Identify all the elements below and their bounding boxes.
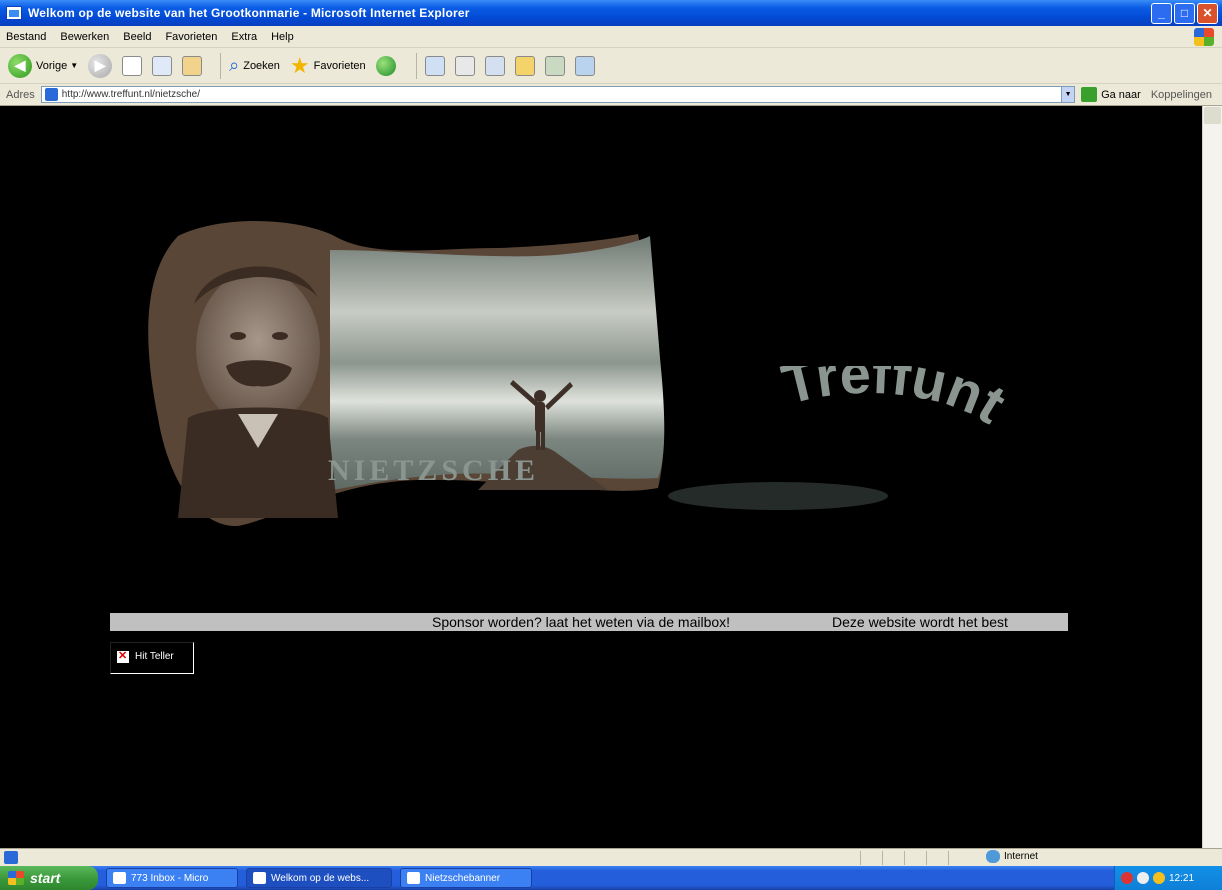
close-button[interactable]: ✕ xyxy=(1197,2,1218,24)
refresh-icon[interactable] xyxy=(152,55,173,76)
back-label: Vorige xyxy=(36,59,68,72)
status-pane xyxy=(882,851,904,865)
internet-globe-icon xyxy=(986,850,1000,863)
tray-volume-icon[interactable] xyxy=(1153,872,1165,884)
menu-bar: Bestand Bewerken Beeld Favorieten Extra … xyxy=(0,26,1222,48)
sponsor-marquee-text[interactable]: Sponsor worden? laat het weten via de ma… xyxy=(432,613,730,631)
status-bar: Internet xyxy=(0,848,1222,866)
favorites-label: Favorieten xyxy=(313,59,366,72)
back-arrow-icon: ◀ xyxy=(8,53,32,78)
window-controls: _ □ ✕ xyxy=(1151,2,1222,24)
go-arrow-icon xyxy=(1081,87,1098,102)
address-url: http://www.treffunt.nl/nietzsche/ xyxy=(61,89,200,100)
stop-icon[interactable] xyxy=(122,55,143,76)
task-label: Nietzschebanner xyxy=(425,872,501,884)
menu-view[interactable]: Beeld xyxy=(123,31,151,43)
logo-text: Treffunt xyxy=(776,366,1017,435)
internet-explorer-icon xyxy=(6,6,22,20)
taskbar-item-banner[interactable]: Nietzschebanner xyxy=(400,868,532,888)
menu-tools[interactable]: Extra xyxy=(231,31,257,43)
windows-flag-icon xyxy=(8,871,24,885)
toolbar: ◀ Vorige ▼ ▶ ⌕ Zoeken ★ Favorieten xyxy=(0,48,1222,84)
hit-counter-broken-image[interactable]: Hit Teller xyxy=(110,642,194,674)
maximize-button[interactable]: □ xyxy=(1174,2,1195,24)
research-icon[interactable] xyxy=(574,55,595,76)
page-icon xyxy=(44,88,58,101)
start-button[interactable]: start xyxy=(0,866,98,890)
minimize-button[interactable]: _ xyxy=(1151,2,1172,24)
folder-icon[interactable] xyxy=(514,55,535,76)
taskbar-item-browser[interactable]: Welkom op de webs... xyxy=(246,868,392,888)
window-title: Welkom op de website van het Grootkonmar… xyxy=(28,6,470,20)
logo-shadow-ellipse xyxy=(668,482,888,510)
vertical-scrollbar[interactable] xyxy=(1202,106,1222,848)
address-input[interactable]: http://www.treffunt.nl/nietzsche/ xyxy=(40,86,1063,103)
status-pane xyxy=(926,851,948,865)
menu-file[interactable]: Bestand xyxy=(6,31,46,43)
go-button[interactable]: Ga naar xyxy=(1081,87,1141,102)
windows-logo-icon xyxy=(1194,28,1214,46)
website-info-marquee-text: Deze website wordt het best xyxy=(832,614,1008,630)
security-zone: Internet xyxy=(986,850,1038,863)
page-content: NIETZSCHE Treffunt Sponsor worden? laat … xyxy=(8,106,1202,848)
favorites-button[interactable]: ★ Favorieten xyxy=(289,52,366,78)
window-titlebar: Welkom op de website van het Grootkonmar… xyxy=(0,0,1222,26)
links-button[interactable]: Koppelingen xyxy=(1151,89,1212,101)
status-pane xyxy=(860,851,882,865)
system-tray: 12:21 xyxy=(1114,866,1222,890)
back-button[interactable]: ◀ Vorige ▼ xyxy=(8,53,78,78)
print-icon[interactable] xyxy=(484,55,505,76)
history-icon[interactable] xyxy=(424,55,445,76)
chevron-down-icon[interactable]: ▼ xyxy=(70,61,78,70)
home-icon[interactable] xyxy=(182,55,203,76)
messenger-icon[interactable] xyxy=(544,55,565,76)
broken-image-alt-text: Hit Teller xyxy=(135,651,174,662)
task-label: Welkom op de webs... xyxy=(271,872,370,884)
status-pane xyxy=(904,851,926,865)
go-label: Ga naar xyxy=(1101,88,1141,101)
taskbar: start 773 Inbox - Micro Welkom op de web… xyxy=(0,866,1222,890)
folder-icon xyxy=(407,872,420,884)
favorites-star-icon: ★ xyxy=(289,52,310,78)
menu-help[interactable]: Help xyxy=(271,31,294,43)
menu-favorites[interactable]: Favorieten xyxy=(165,31,217,43)
outlook-icon xyxy=(113,872,126,884)
toolbar-separator xyxy=(415,52,417,79)
page-status-icon xyxy=(4,851,18,864)
forward-arrow-icon: ▶ xyxy=(88,53,113,78)
tray-network-icon[interactable] xyxy=(1137,872,1149,884)
toolbar-separator xyxy=(220,52,222,79)
banner-sky-panel xyxy=(330,236,665,490)
task-label: 773 Inbox - Micro xyxy=(131,872,209,884)
media-icon[interactable] xyxy=(375,55,396,76)
start-label: start xyxy=(30,870,61,886)
status-pane xyxy=(948,851,970,865)
marquee-bar: Sponsor worden? laat het weten via de ma… xyxy=(110,613,1068,631)
zone-label: Internet xyxy=(1004,851,1038,862)
address-dropdown-button[interactable]: ▼ xyxy=(1061,86,1076,103)
tray-alert-icon[interactable] xyxy=(1121,872,1133,884)
address-bar: Adres http://www.treffunt.nl/nietzsche/ … xyxy=(0,84,1222,106)
address-label: Adres xyxy=(6,88,35,101)
taskbar-item-inbox[interactable]: 773 Inbox - Micro xyxy=(106,868,238,888)
search-icon: ⌕ xyxy=(229,55,240,75)
broken-image-icon xyxy=(117,649,129,663)
menu-edit[interactable]: Bewerken xyxy=(60,31,109,43)
nietzsche-banner-image[interactable]: NIETZSCHE xyxy=(138,218,668,528)
internet-explorer-icon xyxy=(253,872,266,884)
treffunt-logo[interactable]: Treffunt xyxy=(668,366,1068,576)
mail-icon[interactable] xyxy=(454,55,475,76)
clock[interactable]: 12:21 xyxy=(1169,873,1194,884)
search-label: Zoeken xyxy=(243,59,280,72)
search-button[interactable]: ⌕ Zoeken xyxy=(229,55,280,76)
status-panes xyxy=(860,851,970,865)
banner-caption: NIETZSCHE xyxy=(328,454,539,487)
forward-button[interactable]: ▶ xyxy=(88,53,113,78)
